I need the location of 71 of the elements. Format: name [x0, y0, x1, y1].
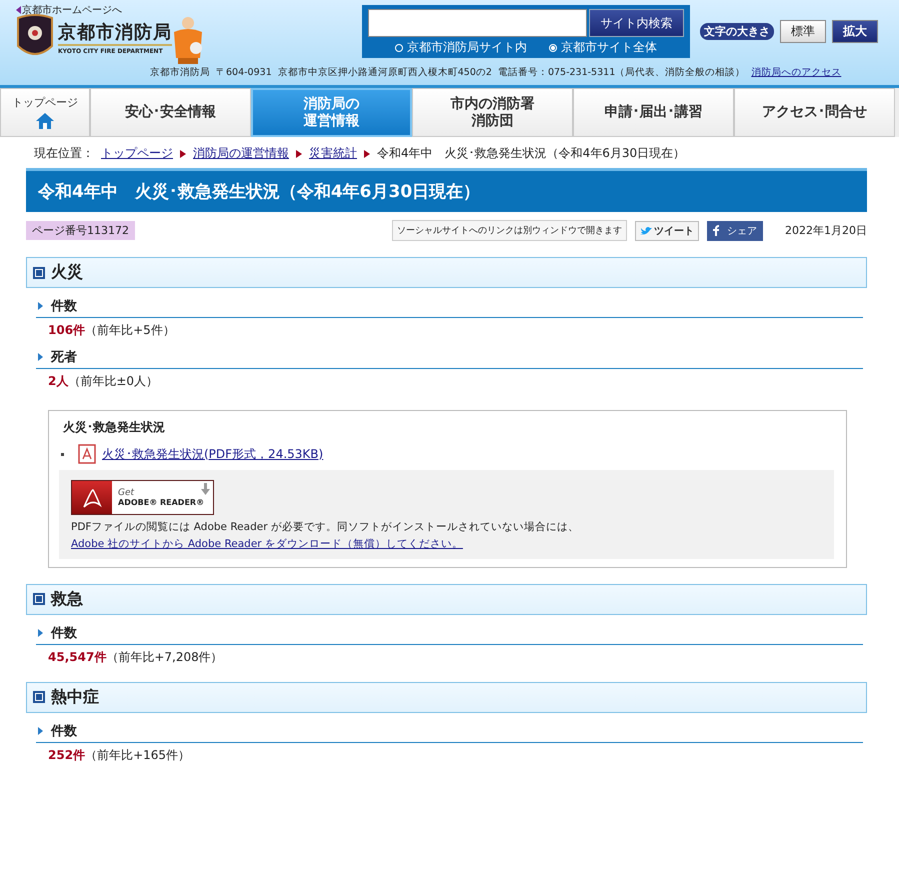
font-size-label: 文字の大きさ: [700, 23, 774, 40]
adobe-link[interactable]: Adobe 社のサイトから Adobe Reader をダウンロード（無償）してください。: [71, 538, 463, 550]
stat-note: （前年比±0人）: [68, 374, 158, 388]
home-link[interactable]: 京都市ホームページへ: [22, 3, 122, 17]
file-link[interactable]: 火災･救急発生状況(PDF形式，24.53KB): [102, 446, 324, 462]
bird-icon: [640, 226, 652, 236]
adobe-reader-badge[interactable]: Get ADOBE® READER®: [71, 480, 214, 515]
breadcrumb-link[interactable]: 災害統計: [309, 145, 357, 162]
page-number: ページ番号113172: [26, 221, 135, 240]
home-icon: [36, 113, 54, 130]
triangle-icon: [16, 6, 21, 14]
nav-tab[interactable]: トップページ: [0, 88, 90, 137]
stat-value: 2人: [48, 374, 68, 388]
radio-button[interactable]: [549, 44, 557, 52]
search-button[interactable]: サイト内検索: [588, 9, 684, 37]
square-icon: [33, 691, 45, 704]
nav-tab[interactable]: 市内の消防署 消防団: [412, 88, 573, 137]
breadcrumb-separator-icon: [296, 150, 302, 158]
facebook-icon: [713, 225, 719, 236]
address-text: 京都市消防局: [150, 66, 210, 79]
address-text: 電話番号：075-231-5311（局代表、消防全般の相談）: [498, 66, 746, 79]
date-text: 2022年1月20日: [785, 223, 867, 238]
subheading: 死者: [51, 349, 77, 366]
subheading: 件数: [51, 722, 77, 740]
access-link[interactable]: 消防局へのアクセス: [751, 66, 842, 79]
breadcrumb-link[interactable]: 消防局の運営情報: [193, 145, 289, 162]
square-icon: [33, 266, 45, 278]
subheading: 件数: [51, 298, 77, 315]
nav-tab[interactable]: 申請･届出･講習: [573, 88, 734, 137]
stat-note: （前年比+7,208件）: [106, 650, 223, 664]
nav-tab[interactable]: 安心･安全情報: [90, 88, 251, 137]
address-text: 〒604-0931: [216, 66, 272, 79]
section-heading: 救急: [51, 588, 83, 610]
breadcrumb-separator-icon: [180, 150, 186, 158]
stat-note: （前年比+5件）: [85, 323, 175, 337]
acrobat-icon: [81, 486, 103, 508]
section-heading: 熱中症: [51, 686, 99, 708]
triangle-icon: [38, 302, 43, 310]
address-text: 京都市中京区押小路通河原町西入榎木町450の2: [278, 66, 492, 79]
page-title: 令和4年中 火災･救急発生状況（令和4年6月30日現在）: [26, 168, 867, 212]
box-title: 火災･救急発生状況: [63, 419, 166, 436]
stat-value: 45,547件: [48, 650, 106, 664]
adobe-note: PDFファイルの閲覧には Adobe Reader が必要です。同ソフトがインストールされていない場合には、 Adobe 社のサイトから Adobe Reader をダウンロード（無償）してください。: [71, 520, 580, 552]
radio-label: 京都市消防局サイト内: [407, 39, 527, 56]
stat-value: 106件: [48, 323, 86, 337]
pdf-icon: [78, 444, 96, 464]
logo-title: 京都市消防局: [58, 20, 172, 44]
font-size-button[interactable]: 標準: [780, 20, 826, 43]
radio-label: 京都市サイト全体: [561, 39, 657, 56]
share-button[interactable]: シェア: [707, 220, 763, 240]
breadcrumb-current: 令和4年中 火災･救急発生状況（令和4年6月30日現在）: [377, 145, 686, 162]
square-icon: [33, 593, 45, 606]
stat-note: （前年比+165件）: [85, 748, 190, 762]
stat-value: 252件: [48, 748, 86, 762]
bullet-icon: [61, 452, 64, 456]
breadcrumb-separator-icon: [364, 150, 370, 158]
nav-tab[interactable]: アクセス･問合せ: [734, 88, 895, 137]
subheading: 件数: [51, 624, 77, 642]
search-field[interactable]: [368, 9, 587, 37]
tweet-button[interactable]: ツイート: [635, 220, 699, 240]
triangle-icon: [38, 628, 43, 637]
download-icon: [201, 483, 210, 495]
breadcrumb-link[interactable]: トップページ: [101, 145, 173, 162]
section-heading: 火災: [51, 262, 83, 283]
radio-button[interactable]: [395, 44, 403, 52]
social-note: ソーシャルサイトへのリンクは別ウィンドウで開きます: [392, 220, 627, 241]
triangle-icon: [38, 726, 43, 735]
nav-tab[interactable]: 消防局の 運営情報: [251, 88, 412, 137]
triangle-icon: [38, 353, 43, 361]
breadcrumb-label: 現在位置：: [34, 145, 94, 162]
font-size-button[interactable]: 拡大: [832, 20, 878, 43]
